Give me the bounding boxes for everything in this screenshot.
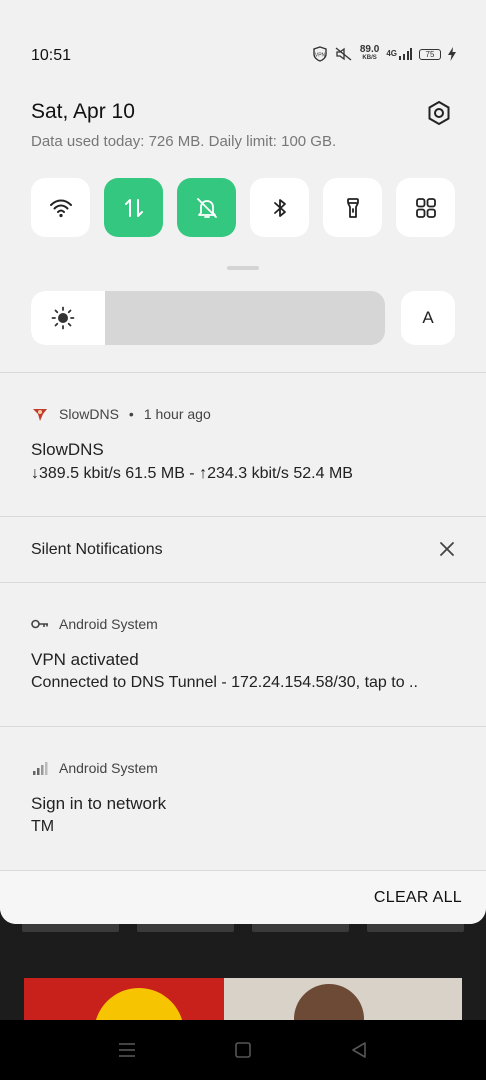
key-icon [31,615,49,633]
home-nav-icon[interactable] [234,1041,252,1059]
bluetooth-icon [273,198,286,217]
bullet-separator: • [128,406,134,422]
data-usage-text[interactable]: Data used today: 726 MB. Daily limit: 10… [31,133,336,150]
more-tiles-tile[interactable] [396,178,455,237]
close-icon[interactable] [438,540,456,558]
back-nav-icon[interactable] [350,1041,368,1059]
svg-text:VPN: VPN [315,53,326,59]
brightness-sun-icon [51,306,75,330]
quick-settings-tiles [31,178,455,237]
signal-icon: 4G [386,48,412,60]
drag-handle[interactable] [227,266,259,270]
notification-title: SlowDNS [31,440,104,459]
brightness-slider[interactable] [31,291,385,345]
clock: 10:51 [31,47,72,64]
silent-mode-tile[interactable] [177,178,236,237]
menu-nav-icon[interactable] [118,1041,136,1059]
shade-footer: CLEAR ALL [0,870,486,924]
status-icons: VPN 89.0 KB/S 4G 75 [312,45,456,63]
wifi-tile[interactable] [31,178,90,237]
battery-indicator: 75 [419,48,441,60]
notification-shade: 10:51 VPN 89.0 KB/S 4G 75 Sat, Apr 10 Da… [0,0,486,924]
more-tiles-icon [415,197,436,218]
auto-brightness-button[interactable]: A [401,291,455,345]
clear-all-button[interactable]: CLEAR ALL [374,889,462,907]
flashlight-icon [346,197,359,218]
divider [0,726,486,727]
notification-text: Connected to DNS Tunnel - 172.24.154.58/… [31,674,418,691]
notification-app-row: Android System [31,615,158,633]
navigation-bar [0,1020,486,1080]
notification-app-row: Android System [31,759,158,777]
settings-gear-icon[interactable] [426,100,452,126]
mobile-data-tile[interactable] [104,178,163,237]
charging-icon [448,47,456,61]
notification-app-row: SlowDNS • 1 hour ago [31,405,211,423]
divider [0,582,486,583]
notification-text: TM [31,818,55,835]
mobile-data-icon [124,198,143,217]
divider [0,516,486,517]
notification-text: ↓389.5 kbit/s 61.5 MB - ↑234.3 kbit/s 52… [31,465,353,482]
date-label: Sat, Apr 10 [31,100,135,123]
flashlight-tile[interactable] [323,178,382,237]
slowdns-app-icon [31,405,49,423]
notification-title: Sign in to network [31,794,167,813]
notification-title: VPN activated [31,650,139,669]
network-signal-icon [31,759,49,777]
wifi-icon [49,199,72,217]
bluetooth-tile[interactable] [250,178,309,237]
mute-icon [335,46,353,62]
vpn-icon: VPN [312,46,328,62]
network-speed: 89.0 KB/S [359,44,380,62]
status-bar: 10:51 VPN 89.0 KB/S 4G 75 [0,0,486,110]
background-app [0,920,486,1030]
divider [0,372,486,373]
silent-mode-icon [196,197,217,218]
silent-notifications-header: Silent Notifications [31,541,163,558]
